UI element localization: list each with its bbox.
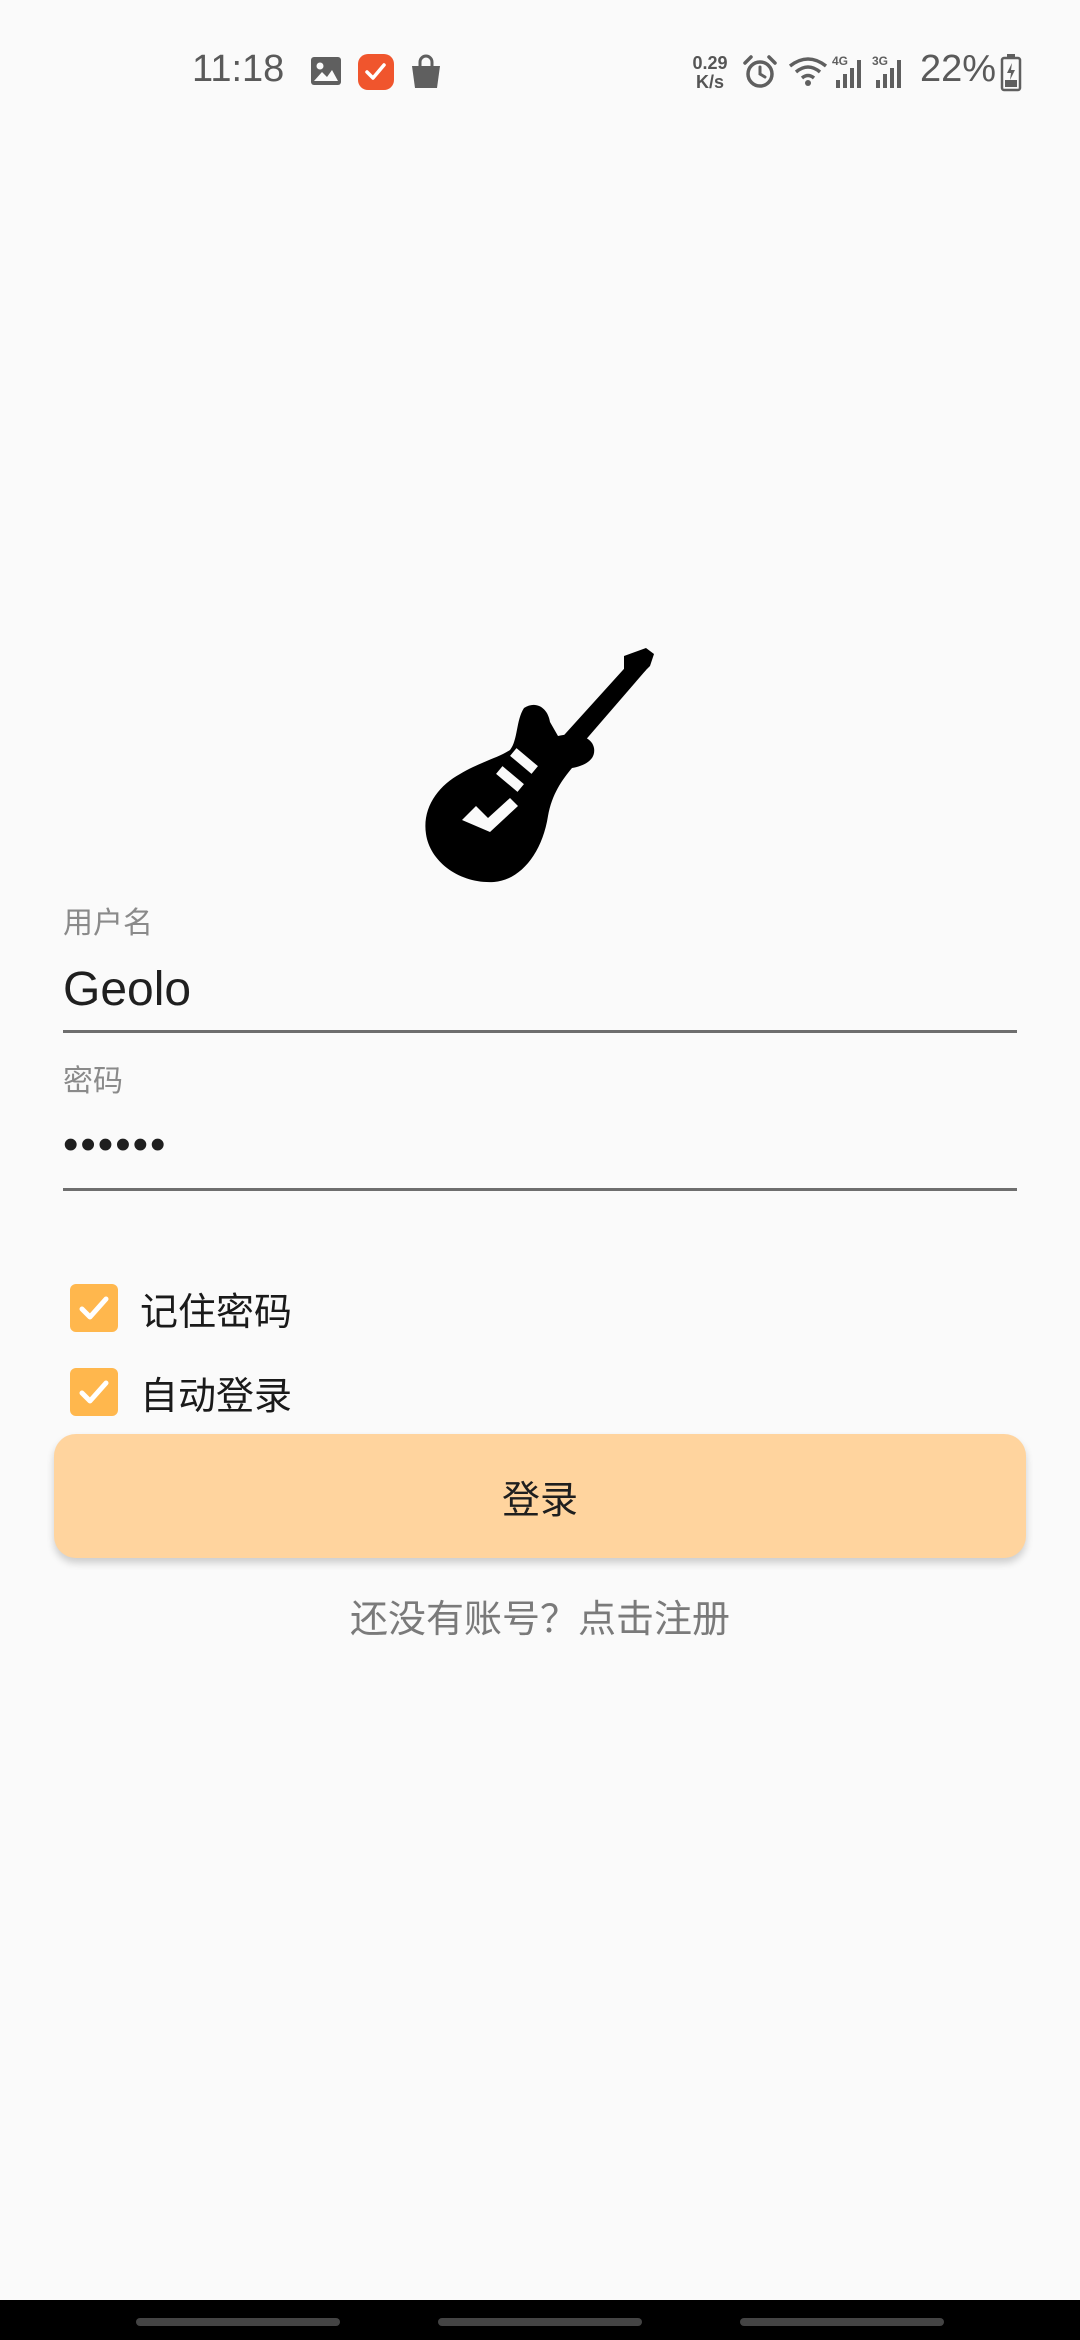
checkmark-icon <box>79 1380 109 1404</box>
electric-guitar-icon <box>425 648 654 883</box>
auto-login-checkbox[interactable] <box>70 1368 118 1416</box>
network-speed: 0.29 K/s <box>688 54 732 92</box>
username-input[interactable]: Geolo <box>63 962 191 1017</box>
alarm-icon <box>742 54 778 94</box>
battery-percent: 22% <box>920 48 997 90</box>
image-icon <box>310 56 342 90</box>
task-app-icon <box>358 54 394 94</box>
network-speed-unit: K/s <box>695 72 724 92</box>
password-input[interactable]: •••••• <box>63 1120 167 1170</box>
wifi-icon <box>788 56 828 92</box>
nav-home-handle[interactable] <box>438 2318 642 2326</box>
login-button[interactable]: 登录 <box>54 1434 1026 1558</box>
status-time: 11:18 <box>192 48 285 90</box>
remember-password-label: 记住密码 <box>140 1289 293 1334</box>
signal-4g-icon: 4G <box>832 54 870 94</box>
battery-icon <box>1000 54 1022 96</box>
network-speed-value: 0.29 <box>692 53 728 73</box>
password-label: 密码 <box>63 1064 123 1099</box>
auto-login-label: 自动登录 <box>140 1373 293 1418</box>
remember-password-checkbox[interactable] <box>70 1284 118 1332</box>
register-link[interactable]: 还没有账号？点击注册 <box>0 1588 1080 1643</box>
shopping-bag-icon <box>410 54 442 94</box>
status-bar: 11:18 0.29 K/s 4G 3G 22% <box>0 0 1080 140</box>
username-label: 用户名 <box>63 906 153 941</box>
svg-text:4G: 4G <box>832 54 848 68</box>
password-underline <box>63 1188 1017 1191</box>
auto-login-option[interactable]: 自动登录 <box>70 1364 292 1420</box>
remember-password-option[interactable]: 记住密码 <box>70 1280 292 1336</box>
signal-3g-icon: 3G <box>872 54 910 94</box>
navigation-bar <box>0 2300 1080 2340</box>
nav-recents-handle[interactable] <box>740 2318 944 2326</box>
svg-text:3G: 3G <box>872 54 888 68</box>
login-button-label: 登录 <box>501 1477 578 1522</box>
checkmark-icon <box>79 1296 109 1320</box>
app-logo <box>424 648 658 884</box>
username-underline <box>63 1030 1017 1033</box>
nav-back-handle[interactable] <box>136 2318 340 2326</box>
